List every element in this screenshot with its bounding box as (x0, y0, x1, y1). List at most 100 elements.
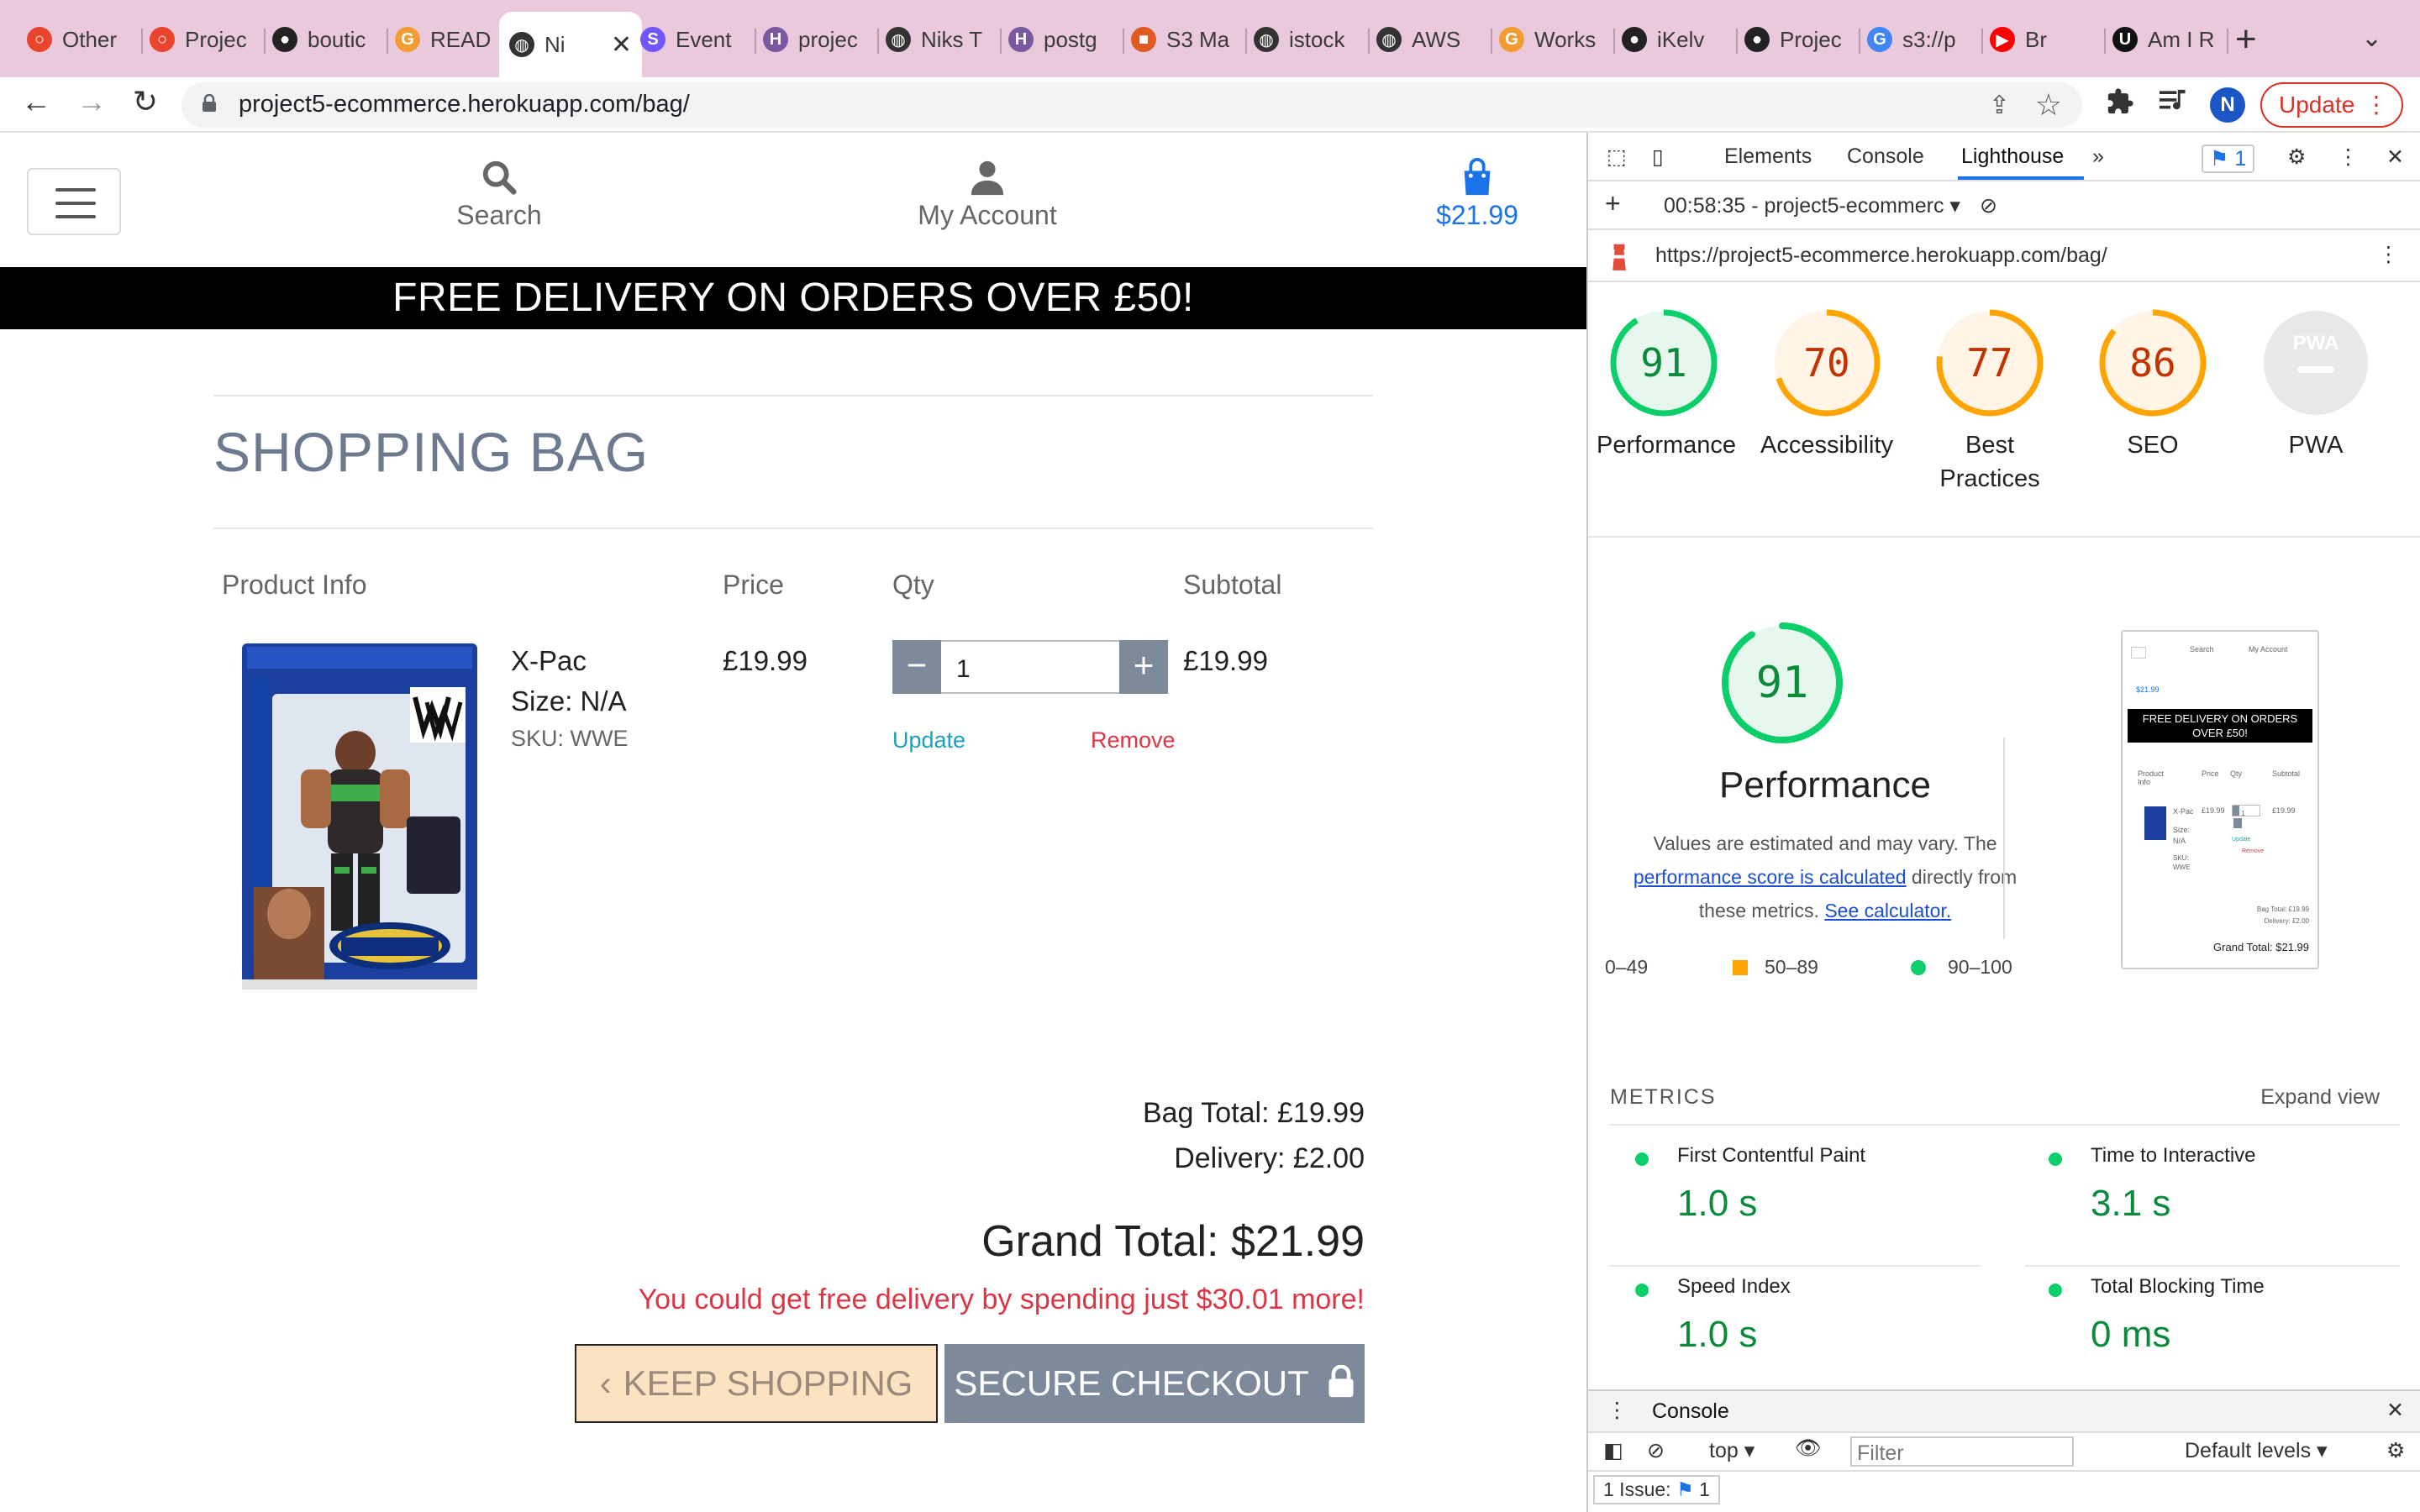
browser-update-button[interactable]: Update ⋮ (2260, 82, 2403, 128)
tab-elements[interactable]: Elements (1724, 144, 1812, 169)
browser-tab[interactable]: ◍ Ni ✕ (499, 12, 642, 77)
browser-tab-label: Projec (185, 26, 247, 52)
settings-gear-icon[interactable]: ⚙ (2287, 144, 2306, 170)
back-button[interactable]: ← (15, 84, 57, 119)
divider (213, 395, 1373, 396)
close-icon[interactable]: ✕ (2386, 144, 2404, 170)
drawer-tab-console[interactable]: Console (1652, 1399, 1729, 1424)
context-select[interactable]: top ▾ (1709, 1438, 1754, 1463)
report-url[interactable]: https://project5-ecommerce.herokuapp.com… (1655, 244, 2107, 268)
forward-button[interactable]: → (71, 84, 113, 119)
pass-dot-icon (2049, 1284, 2062, 1297)
browser-tab[interactable]: ◍ Niks T (876, 12, 1002, 67)
drawer-menu-icon[interactable]: ⋮ (1607, 1398, 1628, 1423)
hamburger-line-icon (55, 215, 96, 218)
score-gauge-pwa[interactable]: PWA PWA (2249, 306, 2383, 462)
product-size: Size: N/A (511, 685, 627, 717)
quantity-input[interactable]: 1 (944, 642, 1119, 692)
browser-tab[interactable]: S Event (630, 12, 756, 67)
browser-tab[interactable]: ○ Other (17, 12, 143, 67)
browser-tab[interactable]: ◍ istock (1244, 12, 1370, 67)
inspect-element-icon[interactable]: ⬚ (1607, 144, 1627, 170)
browser-tab[interactable]: G READ (385, 12, 511, 67)
active-tab-indicator (1958, 176, 2084, 180)
header-bag-link[interactable]: $21.99 (1428, 158, 1526, 231)
profile-avatar[interactable]: N (2210, 87, 2245, 123)
lighthouse-toolbar: + 00:58:35 - project5-ecommerc ▾ ⊘ (1588, 181, 2420, 230)
quantity-stepper: − 1 + (892, 640, 1168, 694)
expand-view-link[interactable]: Expand view (2260, 1085, 2380, 1110)
bookmark-star-icon[interactable]: ☆ (2035, 87, 2062, 123)
free-delivery-message: You could get free delivery by spending … (638, 1284, 1365, 1315)
browser-tab[interactable]: Gs3://p (1857, 12, 1983, 67)
globe-icon: ◍ (886, 27, 911, 52)
browser-tab[interactable]: ● iKelv (1612, 12, 1738, 67)
column-header-price: Price (723, 570, 784, 600)
header-search-link[interactable]: Search (449, 158, 550, 231)
score-gauge-best-practices[interactable]: 77 Best Practices (1923, 306, 2057, 496)
remove-link[interactable]: Remove (1091, 727, 1176, 753)
hamburger-menu-button[interactable] (27, 168, 121, 235)
globe-icon: ◍ (509, 32, 534, 57)
score-gauge-seo[interactable]: 86 SEO (2086, 306, 2220, 462)
update-link[interactable]: Update (892, 727, 965, 753)
issues-line: 1 Issue: (1603, 1478, 1671, 1500)
keep-shopping-button[interactable]: ‹ KEEP SHOPPING (575, 1344, 938, 1423)
browser-tab[interactable]: ○ Projec (139, 12, 266, 67)
url-text[interactable]: project5-ecommerce.herokuapp.com/bag/ (239, 91, 690, 118)
settings-gear-icon[interactable]: ⚙ (2386, 1438, 2405, 1463)
browser-tab[interactable]: G Works (1489, 12, 1615, 67)
log-levels-select[interactable]: Default levels ▾ (2185, 1438, 2328, 1463)
clear-console-icon[interactable]: ⊘ (1647, 1438, 1665, 1463)
secure-checkout-label: SECURE CHECKOUT (954, 1363, 1308, 1403)
sidebar-toggle-icon[interactable]: ◧ (1603, 1438, 1623, 1463)
thumb-col-product: Product Info (2138, 769, 2165, 786)
thumb-size: Size: N/A (2173, 826, 2191, 845)
header-account-link[interactable]: My Account (908, 158, 1067, 231)
tab-lighthouse[interactable]: Lighthouse (1961, 144, 2064, 169)
extensions-puzzle-icon[interactable] (2106, 87, 2134, 123)
report-menu-icon[interactable]: ⋮ (2378, 242, 2399, 267)
close-tab-icon[interactable]: ✕ (611, 30, 632, 60)
legend-fail: 0–49 (1605, 956, 1648, 979)
clear-reports-icon[interactable]: ⊘ (1980, 193, 1997, 218)
score-gauge-accessibility[interactable]: 70 Accessibility (1760, 306, 1894, 462)
gauge-score: 91 (1640, 340, 1686, 386)
tab-console[interactable]: Console (1847, 144, 1924, 169)
tab-search-chevron-icon[interactable]: ⌄ (2361, 24, 2382, 53)
new-report-icon[interactable]: + (1605, 188, 1621, 219)
perf-desc-text: directly from (1911, 866, 2018, 888)
see-calculator-link[interactable]: See calculator. (1824, 900, 1951, 921)
browser-tab[interactable]: ■ S3 Ma (1121, 12, 1247, 67)
thumb-qty: 1 (2232, 805, 2260, 817)
browser-tab[interactable]: ● boutic (262, 12, 388, 67)
browser-tab[interactable]: Hpostg (998, 12, 1124, 67)
issues-badge[interactable]: ⚑ 1 (2202, 144, 2255, 173)
kebab-menu-icon[interactable]: ⋮ (2338, 144, 2359, 170)
more-tabs-icon[interactable]: » (2092, 144, 2104, 169)
issues-button[interactable]: 1 Issue: ⚑ 1 (1593, 1475, 1720, 1504)
media-controls-icon[interactable] (2158, 87, 2188, 122)
browser-tab[interactable]: ▶ Br (1980, 12, 2106, 67)
increment-button[interactable]: + (1119, 640, 1168, 694)
column-header-qty: Qty (892, 570, 934, 600)
close-icon[interactable]: ✕ (2386, 1398, 2404, 1423)
score-gauge-performance[interactable]: 91 Performance (1597, 306, 1736, 462)
browser-tab[interactable]: U Am I R (2102, 12, 2228, 67)
thumb-account: My Account (2249, 645, 2288, 654)
browser-tab[interactable]: ● Projec (1734, 12, 1860, 67)
decrement-button[interactable]: − (892, 640, 941, 694)
secure-checkout-button[interactable]: SECURE CHECKOUT (944, 1344, 1365, 1423)
browser-tab[interactable]: Hprojec (753, 12, 879, 67)
share-icon[interactable]: ⇪ (1989, 91, 2010, 120)
perf-score-calc-link[interactable]: performance score is calculated (1634, 866, 1907, 888)
report-select[interactable]: 00:58:35 - project5-ecommerc ▾ (1664, 193, 1960, 218)
console-filter-input[interactable]: Filter (1850, 1436, 2074, 1467)
browser-tab[interactable]: ◍ AWS (1366, 12, 1492, 67)
address-bar[interactable]: project5-ecommerce.herokuapp.com/bag/ ⇪ … (182, 82, 2082, 128)
reload-button[interactable]: ↻ (124, 84, 166, 119)
report-url-bar: https://project5-ecommerce.herokuapp.com… (1588, 230, 2420, 282)
new-tab-button[interactable]: + (2235, 18, 2257, 60)
device-toolbar-icon[interactable]: ▯ (1652, 144, 1664, 170)
eye-icon[interactable]: 👁 (1795, 1436, 1822, 1461)
